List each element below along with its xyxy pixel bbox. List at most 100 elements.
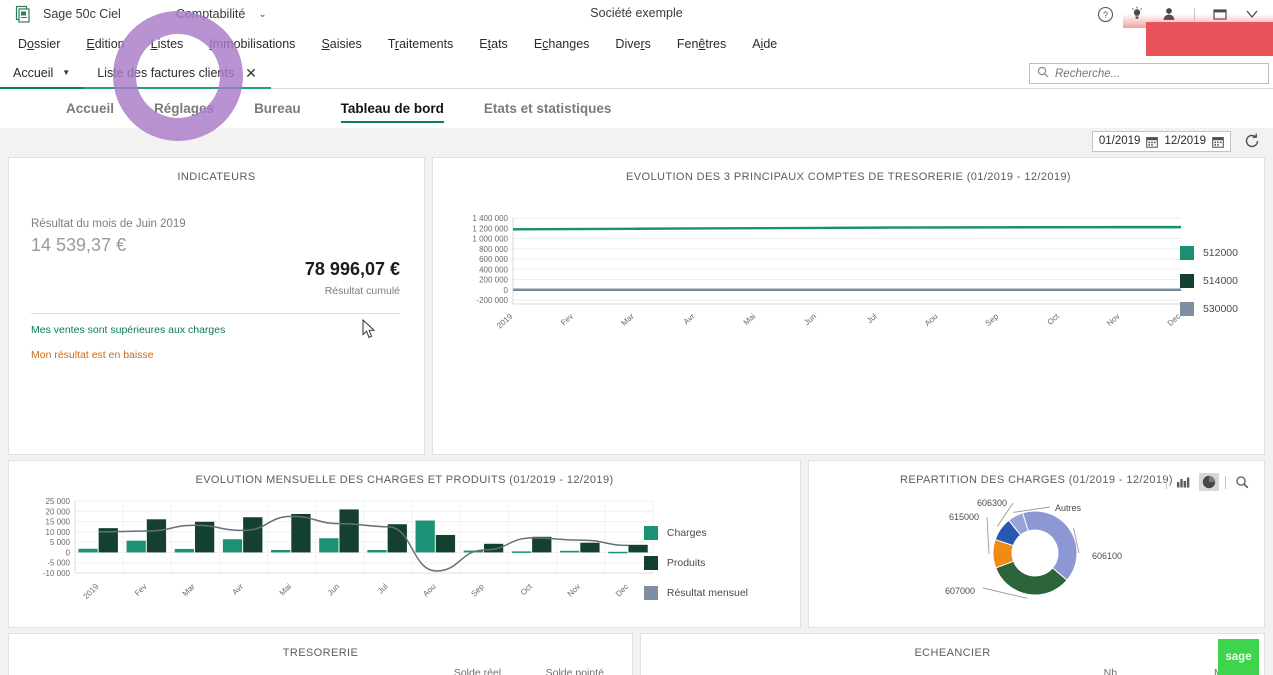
restore-window-icon[interactable]: [1207, 1, 1233, 27]
menu-item-echanges[interactable]: Echanges: [534, 37, 590, 51]
svg-text:2019: 2019: [82, 582, 101, 601]
menu-item-edition[interactable]: Edition: [86, 37, 124, 51]
help-icon[interactable]: ?: [1092, 1, 1118, 27]
legend-swatch: [644, 526, 658, 540]
refresh-icon[interactable]: [1241, 130, 1263, 152]
legend-item: 514000: [1180, 274, 1238, 288]
th-solde-reel: Solde réel: [355, 663, 502, 675]
legend-item: 512000: [1180, 246, 1238, 260]
indicateurs-message-positive: Mes ventes sont supérieures aux charges: [31, 324, 225, 336]
nav-reglages[interactable]: Réglages: [154, 89, 214, 128]
echeancier-table-head: Nb Montant: [641, 663, 1264, 675]
menu-item-listes[interactable]: Listes: [151, 37, 184, 51]
tab-liste-factures-clients[interactable]: Liste des factures clients ✕: [83, 59, 271, 89]
svg-text:Fev: Fev: [559, 312, 575, 328]
charges-produits-bar-chart: 25 00020 00015 00010 0005 0000-5 000-10 …: [13, 489, 673, 621]
close-icon[interactable]: ✕: [245, 66, 257, 80]
th-label: [641, 663, 985, 675]
svg-text:Aou: Aou: [923, 312, 940, 328]
search-icon: [1037, 65, 1049, 83]
svg-text:Aou: Aou: [421, 582, 437, 598]
card-indicateurs-title: INDICATEURS: [9, 158, 424, 183]
legend-swatch: [644, 556, 658, 570]
legend-swatch: [1180, 274, 1194, 288]
nav-tableau-de-bord[interactable]: Tableau de bord: [341, 89, 444, 128]
menu-item-aide[interactable]: Aide: [752, 37, 777, 51]
legend-label: 512000: [1203, 247, 1238, 259]
echeancier-table: Nb Montant Mes clients me doivent 44 33 …: [641, 663, 1264, 675]
svg-text:15 000: 15 000: [46, 518, 71, 527]
svg-text:25 000: 25 000: [46, 497, 71, 506]
nav-accueil[interactable]: Accueil: [66, 89, 114, 128]
repartition-toolbar: [1166, 473, 1252, 491]
th-account: [9, 663, 145, 675]
svg-text:400 000: 400 000: [479, 265, 508, 274]
card-charges-produits: EVOLUTION MENSUELLE DES CHARGES ET PRODU…: [8, 460, 801, 628]
menu-item-fenetres[interactable]: Fenêtres: [677, 37, 726, 51]
menu-item-divers[interactable]: Divers: [615, 37, 650, 51]
svg-text:5 000: 5 000: [50, 538, 71, 547]
date-to-value[interactable]: 12/2019: [1164, 135, 1206, 147]
svg-text:Autres: Autres: [1055, 503, 1082, 513]
svg-text:606300: 606300: [977, 498, 1007, 508]
th-label: [145, 663, 354, 675]
svg-text:2019: 2019: [495, 311, 515, 330]
svg-text:0: 0: [504, 286, 509, 295]
divider: [1166, 476, 1167, 489]
menu-item-immobilisations[interactable]: Immobilisations: [209, 37, 295, 51]
dashboard-canvas: 01/2019 12/2019: [0, 128, 1273, 675]
legend-item: Résultat mensuel: [644, 586, 748, 600]
tip-bulb-icon[interactable]: [1124, 1, 1150, 27]
svg-text:Oct: Oct: [519, 582, 535, 598]
legend-swatch: [1180, 246, 1194, 260]
card-evolution-tresorerie: EVOLUTION DES 3 PRINCIPAUX COMPTES DE TR…: [432, 157, 1265, 455]
svg-text:Nov: Nov: [566, 582, 582, 598]
svg-text:Fev: Fev: [133, 582, 149, 598]
menu-item-dossier[interactable]: Dossier: [18, 37, 60, 51]
legend-item: 530000: [1180, 302, 1238, 316]
minimize-chevron-icon[interactable]: [1239, 1, 1265, 27]
divider: [1225, 476, 1226, 489]
sage-logo-icon: [14, 5, 32, 23]
svg-text:800 000: 800 000: [479, 245, 508, 254]
th-montant: Montant: [1117, 663, 1264, 675]
svg-text:Mar: Mar: [181, 582, 197, 598]
table-header-row: Solde réel Solde pointé: [9, 663, 632, 675]
menu-item-traitements[interactable]: Traitements: [388, 37, 454, 51]
indicateurs-message-negative: Mon résultat est en baisse: [31, 349, 154, 361]
tab-accueil[interactable]: Accueil ▼: [0, 59, 83, 89]
menu-item-etats[interactable]: Etats: [479, 37, 508, 51]
svg-text:606100: 606100: [1092, 551, 1122, 561]
svg-text:Jun: Jun: [802, 312, 818, 327]
svg-text:607000: 607000: [945, 586, 975, 596]
pie-chart-icon[interactable]: [1199, 473, 1219, 491]
svg-text:Jul: Jul: [376, 582, 390, 596]
legend-item: Produits: [644, 556, 748, 570]
legend-swatch: [1180, 302, 1194, 316]
svg-text:1 200 000: 1 200 000: [472, 224, 508, 233]
treasury-chart-legend: 512000 514000 530000: [1180, 246, 1238, 316]
nav-etats-et-statistiques[interactable]: Etats et statistiques: [484, 89, 612, 128]
card-evolution-tresorerie-title: EVOLUTION DES 3 PRINCIPAUX COMPTES DE TR…: [433, 158, 1264, 183]
menu-item-saisies[interactable]: Saisies: [321, 37, 361, 51]
module-name[interactable]: Comptabilité: [176, 7, 245, 21]
zoom-icon[interactable]: [1232, 473, 1252, 491]
indicateurs-month-value: 14 539,37 €: [31, 235, 126, 256]
document-tab-strip: Accueil ▼ Liste des factures clients ✕: [0, 59, 1273, 89]
divider: [1194, 8, 1195, 21]
chevron-down-icon[interactable]: ▼: [62, 68, 70, 77]
bar-chart-icon[interactable]: [1173, 473, 1193, 491]
date-from-value[interactable]: 01/2019: [1099, 135, 1141, 147]
legend-swatch: [644, 586, 658, 600]
svg-text:Mai: Mai: [742, 312, 758, 327]
user-account-icon[interactable]: [1156, 1, 1182, 27]
svg-text:1 400 000: 1 400 000: [472, 214, 508, 223]
chevron-down-icon[interactable]: ⌄: [258, 9, 266, 20]
search-input[interactable]: [1055, 68, 1261, 80]
calendar-icon[interactable]: [1212, 135, 1224, 147]
nav-bureau[interactable]: Bureau: [254, 89, 301, 128]
indicateurs-cumul-label: Résultat cumulé: [325, 285, 400, 297]
calendar-icon[interactable]: [1146, 135, 1158, 147]
search-box[interactable]: [1029, 63, 1269, 84]
date-range-control[interactable]: 01/2019 12/2019: [1092, 131, 1231, 152]
